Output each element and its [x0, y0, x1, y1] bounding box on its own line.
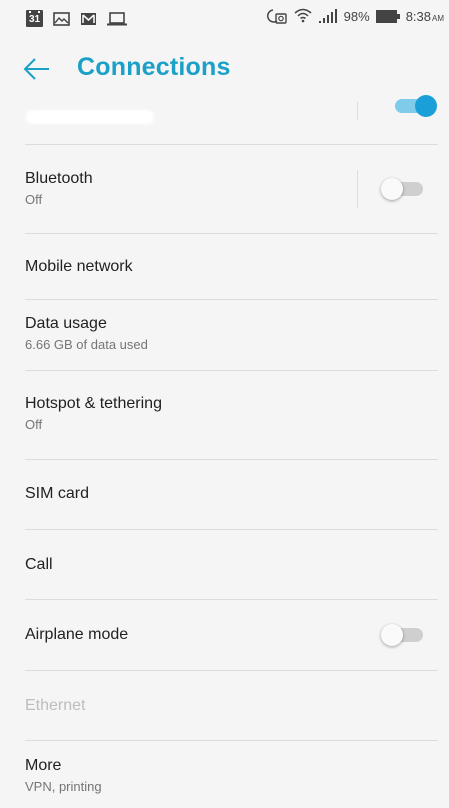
back-button[interactable] [22, 54, 52, 84]
signal-icon [318, 9, 338, 23]
battery-percent: 98% [343, 8, 370, 24]
airplane-mode-toggle[interactable] [381, 622, 425, 646]
gmail-icon [80, 12, 97, 26]
page-title: Connections [77, 53, 231, 81]
divider [25, 144, 438, 145]
ethernet-row: Ethernet [0, 696, 449, 716]
divider [25, 299, 438, 300]
more-summary: VPN, printing [25, 779, 102, 794]
app-bar: Connections [0, 36, 449, 102]
bluetooth-toggle[interactable] [381, 176, 425, 200]
wifi-toggle-thumb [415, 95, 437, 117]
divider [25, 599, 438, 600]
clock: 8:38AM [406, 9, 444, 24]
wifi-separator [357, 102, 358, 120]
bluetooth-toggle-thumb [381, 178, 403, 200]
divider [25, 459, 438, 460]
hotspot-row[interactable]: Hotspot & tethering Off [0, 394, 449, 434]
hotspot-status: Off [25, 417, 43, 432]
airplane-toggle-thumb [381, 624, 403, 646]
divider [25, 740, 438, 741]
wifi-toggle[interactable] [393, 93, 437, 117]
divider [25, 370, 438, 371]
alarm-icon [266, 8, 288, 24]
mobile-network-row[interactable]: Mobile network [0, 257, 449, 277]
mobile-network-title: Mobile network [25, 258, 133, 275]
data-usage-title: Data usage [25, 315, 107, 332]
more-row[interactable]: More VPN, printing [0, 756, 449, 796]
system-status: 98% 8:38AM [266, 8, 444, 24]
call-row[interactable]: Call [0, 555, 449, 575]
divider [25, 233, 438, 234]
ethernet-title: Ethernet [25, 697, 86, 714]
call-title: Call [25, 556, 53, 573]
sim-card-title: SIM card [25, 485, 90, 502]
laptop-icon [107, 11, 127, 26]
hotspot-title: Hotspot & tethering [25, 395, 162, 412]
clock-time: 8:38 [405, 8, 431, 24]
divider [25, 670, 438, 671]
data-usage-summary: 6.66 GB of data used [25, 337, 148, 352]
status-bar: 31 98% 8:38AM [0, 0, 449, 36]
bluetooth-separator [357, 170, 358, 208]
redacted-label [26, 110, 154, 124]
wifi-row[interactable] [0, 102, 449, 144]
more-title: More [25, 757, 62, 774]
wifi-icon [294, 8, 312, 24]
notification-icons: 31 [26, 10, 127, 27]
data-usage-row[interactable]: Data usage 6.66 GB of data used [0, 314, 449, 354]
arrow-back-icon [23, 58, 49, 80]
image-icon [53, 11, 70, 26]
sim-card-row[interactable]: SIM card [0, 484, 449, 504]
calendar-icon: 31 [26, 10, 43, 27]
clock-ampm: AM [432, 13, 444, 23]
divider [25, 529, 438, 530]
battery-icon [375, 9, 400, 23]
